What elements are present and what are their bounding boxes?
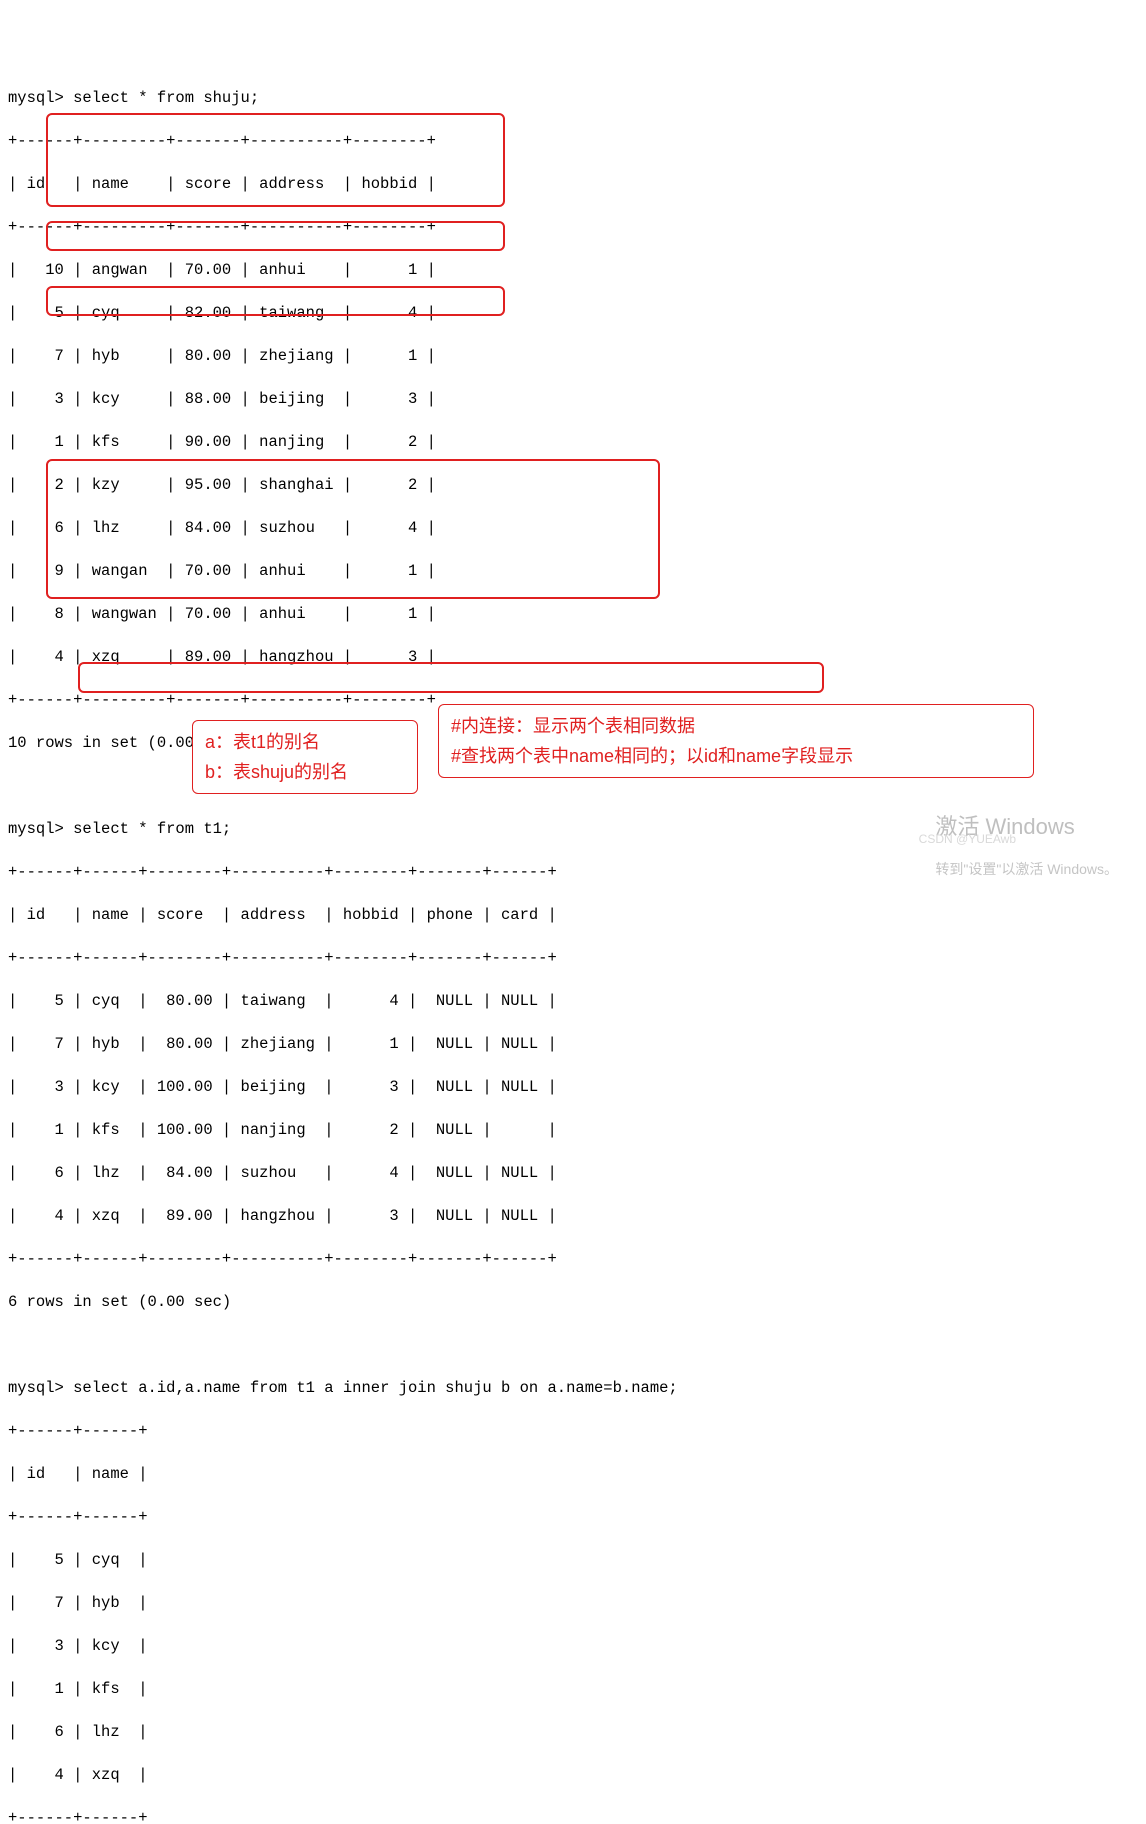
- highlight-box-query: [78, 662, 824, 693]
- line: | 9 | wangan | 70.00 | anhui | 1 |: [8, 562, 436, 580]
- line: 6 rows in set (0.00 sec): [8, 1293, 231, 1311]
- ann-line: a：表t1的别名: [205, 732, 320, 752]
- line: +------+------+--------+----------+-----…: [8, 949, 557, 967]
- line: +------+------+: [8, 1422, 148, 1440]
- line: | 7 | hyb | 80.00 | zhejiang | 1 |: [8, 347, 436, 365]
- line: mysql> select * from shuju;: [8, 89, 259, 107]
- line: +------+---------+-------+----------+---…: [8, 132, 436, 150]
- line: | 6 | lhz | 84.00 | suzhou | 4 | NULL | …: [8, 1164, 557, 1182]
- line: | id | name |: [8, 1465, 148, 1483]
- line: | 8 | wangwan | 70.00 | anhui | 1 |: [8, 605, 436, 623]
- line: | 4 | xzq | 89.00 | hangzhou | 3 |: [8, 648, 436, 666]
- q3-prompt-prefix: mysql>: [8, 1379, 73, 1397]
- q3-query: select a.id,a.name from t1 a inner join …: [73, 1379, 678, 1397]
- line: | 5 | cyq | 80.00 | taiwang | 4 | NULL |…: [8, 992, 557, 1010]
- line: +------+------+--------+----------+-----…: [8, 863, 557, 881]
- line: +------+------+: [8, 1508, 148, 1526]
- wm-sub: 转到"设置"以激活 Windows。: [935, 859, 1118, 881]
- line: | id | name | score | address | hobbid |: [8, 175, 436, 193]
- line: | id | name | score | address | hobbid |…: [8, 906, 557, 924]
- line: +------+---------+-------+----------+---…: [8, 218, 436, 236]
- line: +------+------+: [8, 1809, 148, 1824]
- line: | 7 | hyb |: [8, 1594, 148, 1612]
- line: mysql> select * from t1;: [8, 820, 231, 838]
- ann-line: b：表shuju的别名: [205, 762, 348, 782]
- line: | 1 | kfs | 90.00 | nanjing | 2 |: [8, 433, 436, 451]
- line: +------+------+--------+----------+-----…: [8, 1250, 557, 1268]
- line: | 3 | kcy |: [8, 1637, 148, 1655]
- ann-line: #内连接：显示两个表相同数据: [451, 716, 695, 736]
- csdn-watermark: CSDN @YUEAwb: [919, 829, 1016, 851]
- line: | 1 | kfs |: [8, 1680, 148, 1698]
- line: | 6 | lhz |: [8, 1723, 148, 1741]
- ann-line: #查找两个表中name相同的；以id和name字段显示: [451, 746, 853, 766]
- line: | 4 | xzq |: [8, 1766, 148, 1784]
- line: | 5 | cyq | 82.00 | taiwang | 4 |: [8, 304, 436, 322]
- line: | 3 | kcy | 100.00 | beijing | 3 | NULL …: [8, 1078, 557, 1096]
- line: | 10 | angwan | 70.00 | anhui | 1 |: [8, 261, 436, 279]
- annotation-explain: #内连接：显示两个表相同数据 #查找两个表中name相同的；以id和name字段显…: [438, 704, 1034, 778]
- line: +------+---------+-------+----------+---…: [8, 691, 436, 709]
- annotation-alias: a：表t1的别名 b：表shuju的别名: [192, 720, 418, 794]
- line: | 6 | lhz | 84.00 | suzhou | 4 |: [8, 519, 436, 537]
- line: | 2 | kzy | 95.00 | shanghai | 2 |: [8, 476, 436, 494]
- line: | 1 | kfs | 100.00 | nanjing | 2 | NULL …: [8, 1121, 557, 1139]
- line: | 5 | cyq |: [8, 1551, 148, 1569]
- line: | 7 | hyb | 80.00 | zhejiang | 1 | NULL …: [8, 1035, 557, 1053]
- line: | 3 | kcy | 88.00 | beijing | 3 |: [8, 390, 436, 408]
- line: | 4 | xzq | 89.00 | hangzhou | 3 | NULL …: [8, 1207, 557, 1225]
